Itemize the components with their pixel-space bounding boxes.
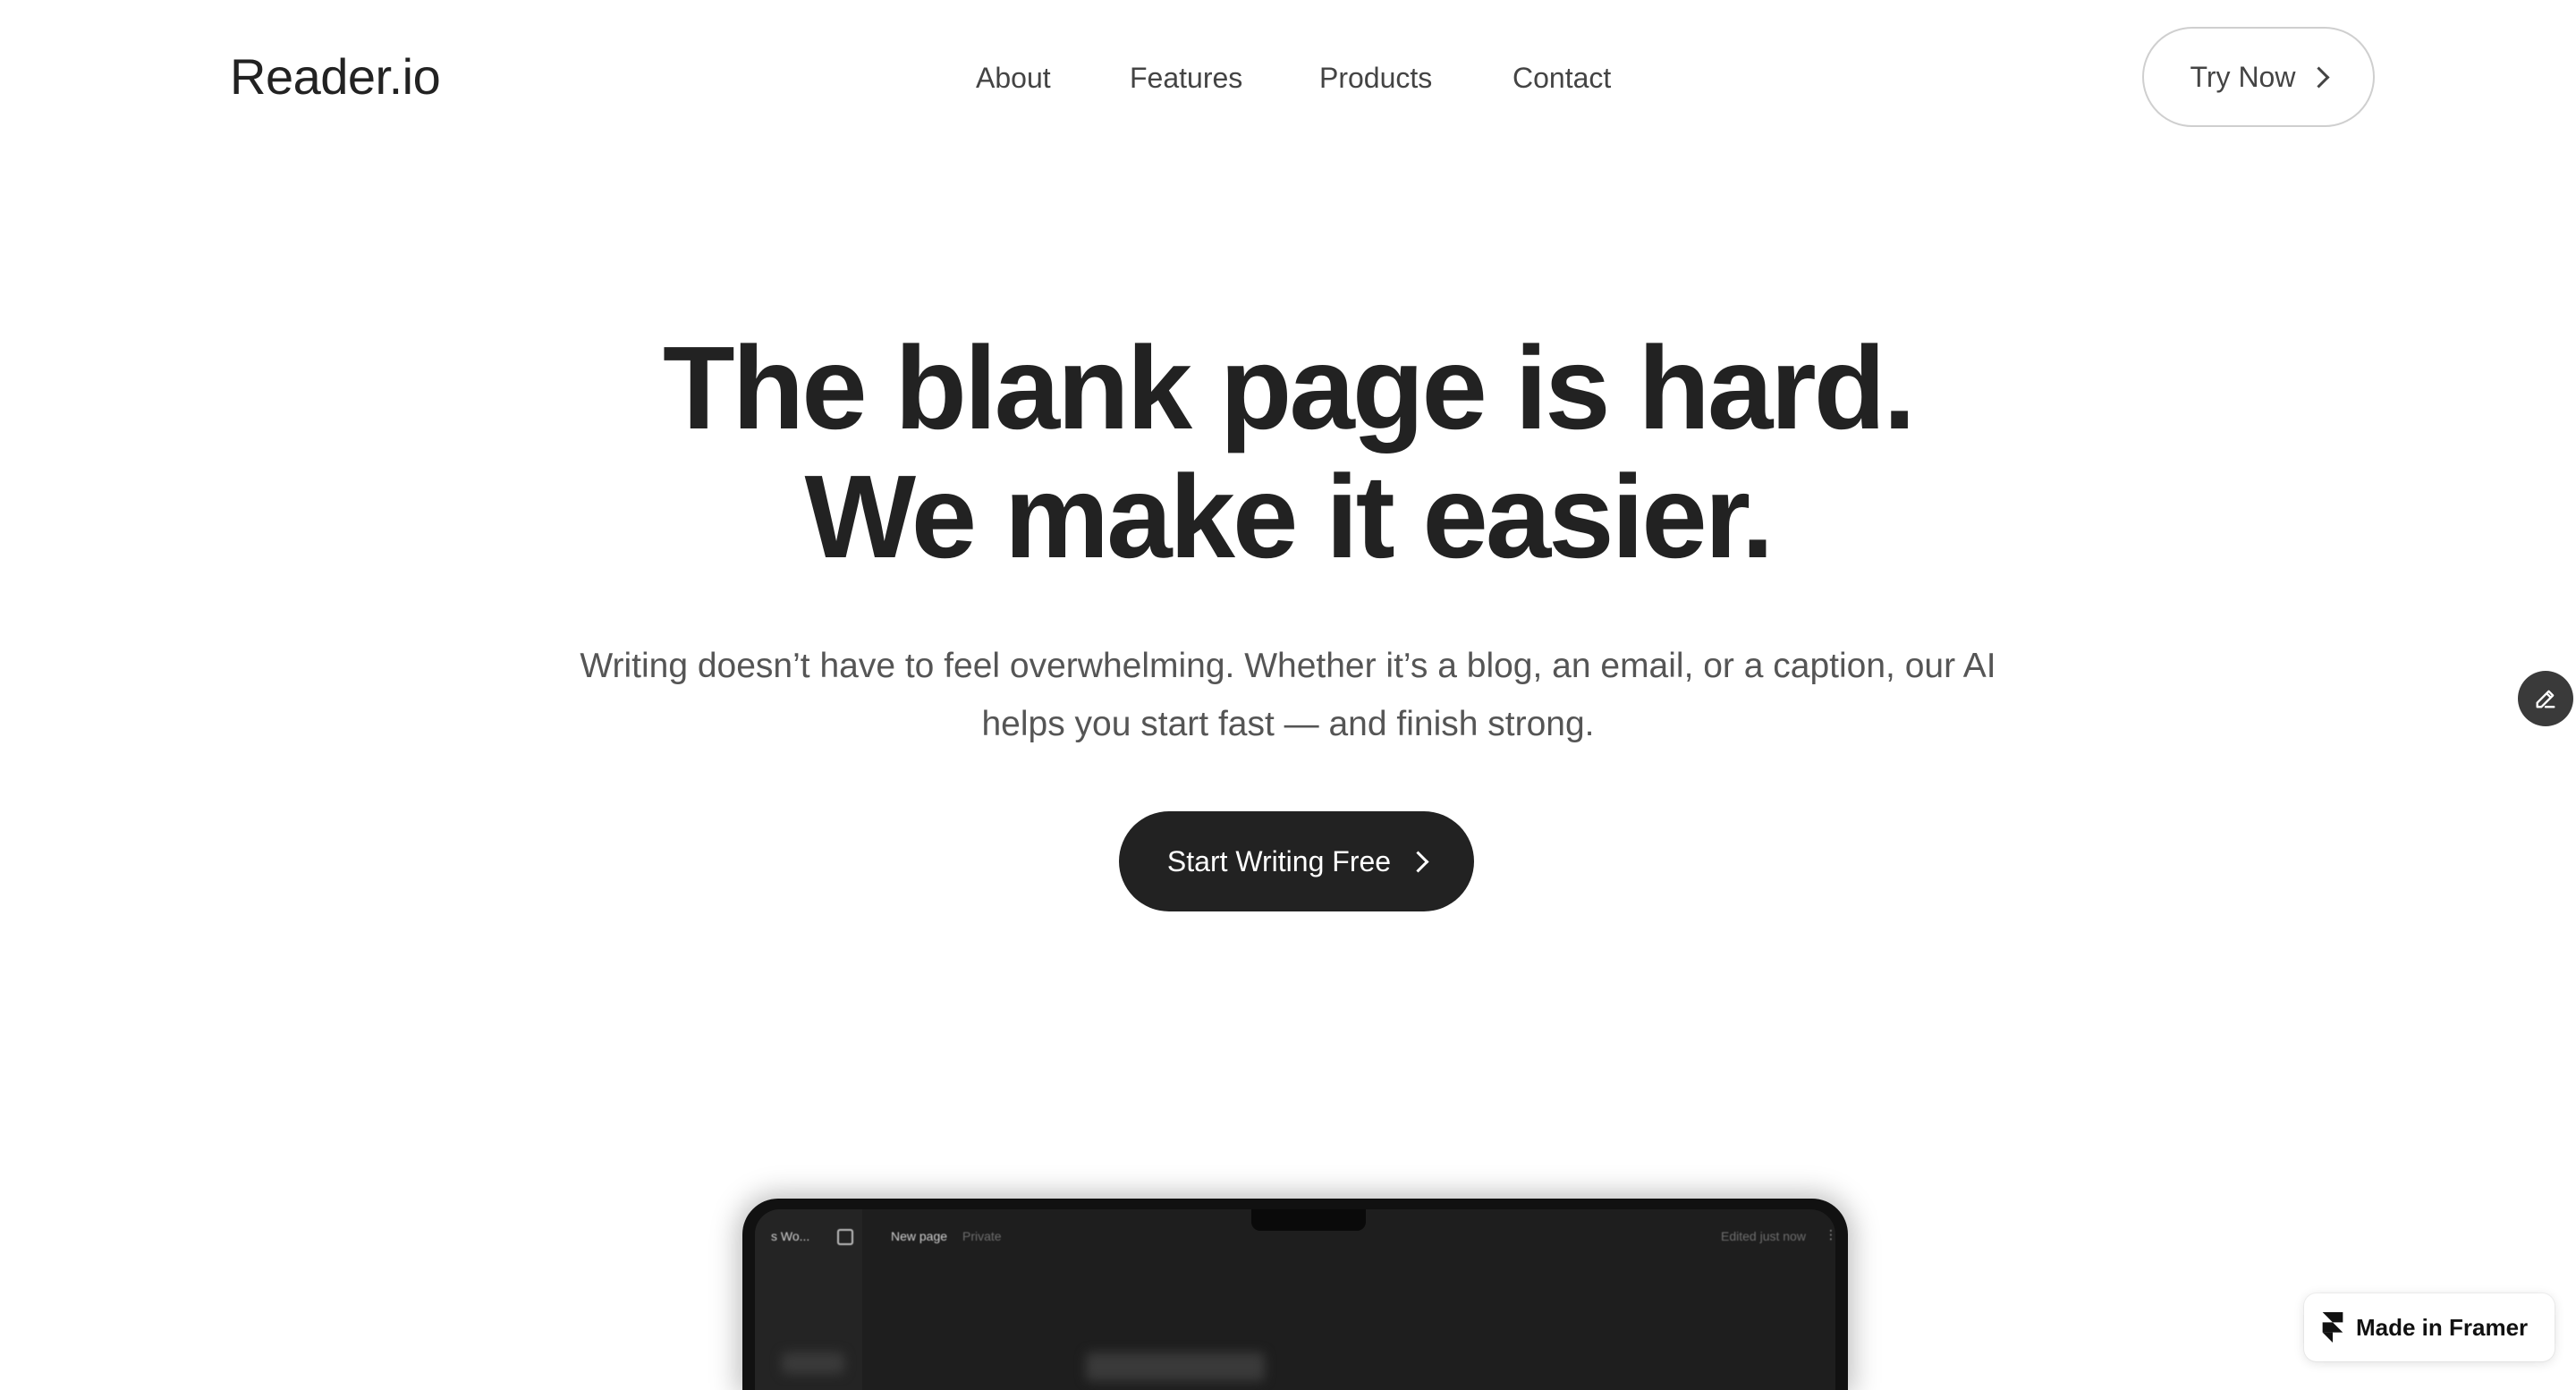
device-edited-status: Edited just now (1721, 1229, 1806, 1243)
device-notch (1251, 1209, 1366, 1231)
nav-link-products[interactable]: Products (1319, 57, 1432, 98)
nav-link-contact[interactable]: Contact (1513, 57, 1611, 98)
hero-subtitle: Writing doesn’t have to feel overwhelmin… (580, 647, 1996, 743)
try-now-button[interactable]: Try Now (2142, 27, 2375, 127)
hero-title-line-1: The blank page is hard. (662, 322, 1916, 453)
framer-logo-icon (2322, 1312, 2343, 1343)
chevron-right-icon (1407, 850, 1429, 873)
try-now-label: Try Now (2190, 60, 2296, 93)
start-writing-label: Start Writing Free (1166, 844, 1392, 877)
made-in-framer-badge[interactable]: Made in Framer (2304, 1293, 2555, 1361)
device-privacy-label: Private (962, 1229, 1002, 1243)
chevron-right-icon (2308, 65, 2330, 89)
pencil-icon (2536, 690, 2555, 708)
device-page-title: New page (891, 1229, 948, 1243)
nav-link-about[interactable]: About (976, 57, 1051, 98)
device-workspace-label: s Wo... (771, 1229, 810, 1243)
hero-title: The blank page is hard. We make it easie… (0, 324, 2576, 581)
device-screen: s Wo... New page Private Edited just now… (755, 1209, 1835, 1390)
device-heading-blurred-text (1086, 1352, 1265, 1381)
compose-icon (837, 1229, 853, 1245)
nav-link-features[interactable]: Features (1130, 57, 1242, 98)
more-icon: ⋮ (1825, 1227, 1835, 1242)
edit-button[interactable] (2518, 671, 2573, 726)
made-in-framer-label: Made in Framer (2356, 1313, 2529, 1341)
site-header: Reader.io About Features Products Contac… (0, 0, 2576, 157)
device-preview: s Wo... New page Private Edited just now… (742, 1199, 1848, 1390)
device-sidebar-blurred-text (782, 1352, 844, 1374)
hero-title-line-2: We make it easier. (804, 451, 1775, 582)
start-writing-button[interactable]: Start Writing Free (1119, 811, 1474, 911)
